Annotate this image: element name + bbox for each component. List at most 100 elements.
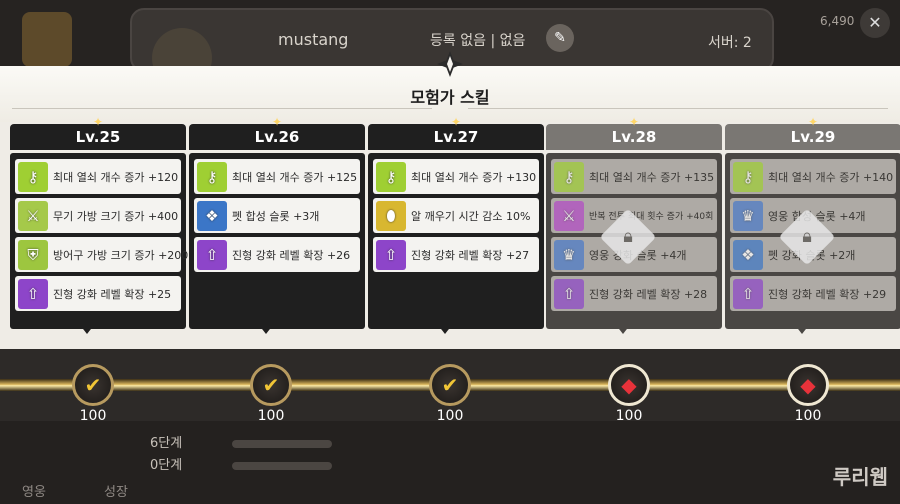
evolution-icon: ⇧ — [733, 278, 763, 309]
level-node-lv27[interactable]: ✔ — [429, 364, 471, 406]
registration-separator: | — [490, 33, 496, 49]
tab-hero[interactable]: 영웅 — [22, 481, 46, 500]
pet-slot-icon: ❖ — [197, 200, 227, 231]
skill-row: ⬮ 알 깨우기 시간 감소 10% — [373, 198, 539, 233]
skill-card: ⚷ 최대 열쇠 개수 증가 +125 ❖ 펫 합성 슬롯 +3개 ⇧ 진형 강화 레벨… — [189, 153, 365, 329]
title-divider-left — [12, 108, 432, 109]
skill-row: ⚷ 최대 열쇠 개수 증가 +125 — [194, 159, 360, 194]
level-cost: 100 — [615, 408, 643, 424]
skill-row: ⚷ 최대 열쇠 개수 증가 +130 — [373, 159, 539, 194]
skill-column-lv25: ✦ Lv.25 ⚷ 최대 열쇠 개수 증가 +120 ⚔ 무기 가방 크기 증가 +4… — [10, 116, 188, 329]
key-icon: ⚷ — [18, 161, 48, 192]
tab-growth[interactable]: 성장 — [104, 481, 128, 500]
level-label: Lv.28 — [611, 128, 657, 146]
title-emblem-icon — [437, 51, 463, 77]
registration-label: 등록 없음 — [430, 33, 486, 49]
level-header: ✦ Lv.29 — [725, 116, 900, 150]
skill-text: 진형 강화 레벨 확장 +26 — [232, 248, 351, 262]
edit-icon[interactable]: ✎ — [546, 24, 574, 52]
red-gem-icon: ◆ — [621, 373, 637, 397]
evolution-icon: ⇧ — [376, 239, 406, 270]
stage-label: 6단계 — [150, 436, 183, 451]
skill-row: ⚷ 최대 열쇠 개수 증가 +140 — [730, 159, 896, 194]
column-pointer — [791, 320, 813, 334]
level-header: ✦ Lv.25 — [10, 116, 186, 150]
character-portrait — [22, 12, 72, 67]
level-cost: 100 — [794, 408, 822, 424]
egg-icon: ⬮ — [376, 200, 406, 231]
level-node-lv25[interactable]: ✔ — [72, 364, 114, 406]
skill-text: 펫 합성 슬롯 +3개 — [232, 209, 320, 223]
registration-value: 없음 — [499, 33, 526, 49]
skill-row: ⚷ 최대 열쇠 개수 증가 +120 — [15, 159, 181, 194]
level-label: Lv.29 — [790, 128, 836, 146]
level-cost: 100 — [79, 408, 107, 424]
stage-row: 0단계 — [150, 454, 333, 473]
check-icon: ✔ — [441, 373, 459, 397]
level-label: Lv.27 — [433, 128, 479, 146]
check-icon: ✔ — [262, 373, 280, 397]
level-cost: 100 — [436, 408, 464, 424]
key-icon: ⚷ — [197, 161, 227, 192]
server-label: 서버: 2 — [708, 35, 752, 51]
check-icon: ✔ — [84, 373, 102, 397]
skill-text: 진형 강화 레벨 확장 +25 — [53, 287, 172, 301]
skill-row: ⛨ 방어구 가방 크기 증가 +200 — [15, 237, 188, 272]
level-node-lv26[interactable]: ✔ — [250, 364, 292, 406]
column-pointer — [255, 320, 277, 334]
sparkle-icon: ✦ — [807, 115, 819, 129]
skill-card: ⚷최대 열쇠 개수 증가 +140 ♛영웅 합성 슬롯 +4개 ❖펫 강화 슬롯… — [725, 153, 900, 329]
watermark: 루리웹 — [832, 465, 888, 489]
level-label: Lv.26 — [254, 128, 300, 146]
column-pointer — [76, 320, 98, 334]
stage-bar — [232, 461, 333, 470]
hero-slot-icon: ♛ — [554, 239, 584, 270]
stage-row: 6단계 — [150, 432, 333, 451]
skill-card: ⚷ 최대 열쇠 개수 증가 +120 ⚔ 무기 가방 크기 증가 +400 ⛨ 방어구… — [10, 153, 188, 329]
skill-text: 반복 전투 최대 횟수 증가 +40회 — [589, 212, 714, 222]
weapon-bag-icon: ⚔ — [18, 200, 48, 231]
level-node-lv29[interactable]: ◆ — [787, 364, 829, 406]
modal-title: 모험가 스킬 — [410, 88, 490, 107]
lock-icon: 🔒︎ — [623, 226, 633, 247]
hero-slot-icon: ♛ — [733, 200, 763, 231]
level-header: ✦ Lv.28 — [546, 116, 722, 150]
skill-row: ⚷ 최대 열쇠 개수 증가 +135 — [551, 159, 717, 194]
skill-row: ⇧ 진형 강화 레벨 확장 +28 — [551, 276, 717, 311]
level-node-lv28[interactable]: ◆ — [608, 364, 650, 406]
armor-bag-icon: ⛨ — [18, 239, 48, 270]
level-label: Lv.25 — [75, 128, 121, 146]
skill-text: 최대 열쇠 개수 증가 +125 — [232, 170, 358, 184]
level-header: ✦ Lv.27 — [368, 116, 544, 150]
title-divider-right — [468, 108, 888, 109]
skill-column-lv29: ✦ Lv.29 ⚷ 최대 열쇠 개수 증가 +140 ♛ 영웅 합성 슬롯 +4개 ❖… — [725, 116, 900, 329]
key-icon: ⚷ — [733, 161, 763, 192]
skill-row: ⇧ 진형 강화 레벨 확장 +29 — [730, 276, 896, 311]
skill-text: 진형 강화 레벨 확장 +27 — [411, 248, 530, 262]
column-pointer — [612, 320, 634, 334]
key-icon: ⚷ — [376, 161, 406, 192]
player-name: mustang — [278, 30, 349, 49]
skill-card: ⚷ 최대 열쇠 개수 증가 +130 ⬮ 알 깨우기 시간 감소 10% ⇧ 진형 강… — [368, 153, 544, 329]
skill-row: ⇧ 진형 강화 레벨 확장 +26 — [194, 237, 360, 272]
registration-status: 등록 없음 | 없음 — [430, 30, 525, 50]
skill-text: 최대 열쇠 개수 증가 +140 — [768, 170, 894, 184]
skill-text: 최대 열쇠 개수 증가 +120 — [53, 170, 179, 184]
sparkle-icon: ✦ — [92, 115, 104, 129]
skill-text: 알 깨우기 시간 감소 10% — [411, 209, 531, 223]
key-icon: ⚷ — [554, 161, 584, 192]
background-footer — [0, 420, 900, 504]
lock-icon: 🔒︎ — [802, 226, 812, 247]
pet-slot-icon: ❖ — [733, 239, 763, 270]
skill-text: 무기 가방 크기 증가 +400 — [53, 209, 179, 223]
close-icon[interactable]: ✕ — [860, 8, 890, 38]
skill-row: ❖ 펫 합성 슬롯 +3개 — [194, 198, 360, 233]
column-pointer — [434, 320, 456, 334]
skill-text: 진형 강화 레벨 확장 +29 — [768, 287, 887, 301]
level-cost: 100 — [257, 408, 285, 424]
level-header: ✦ Lv.26 — [189, 116, 365, 150]
evolution-icon: ⇧ — [554, 278, 584, 309]
evolution-icon: ⇧ — [18, 278, 48, 309]
skill-column-lv27: ✦ Lv.27 ⚷ 최대 열쇠 개수 증가 +130 ⬮ 알 깨우기 시간 감소 10… — [368, 116, 544, 329]
sparkle-icon: ✦ — [628, 115, 640, 129]
